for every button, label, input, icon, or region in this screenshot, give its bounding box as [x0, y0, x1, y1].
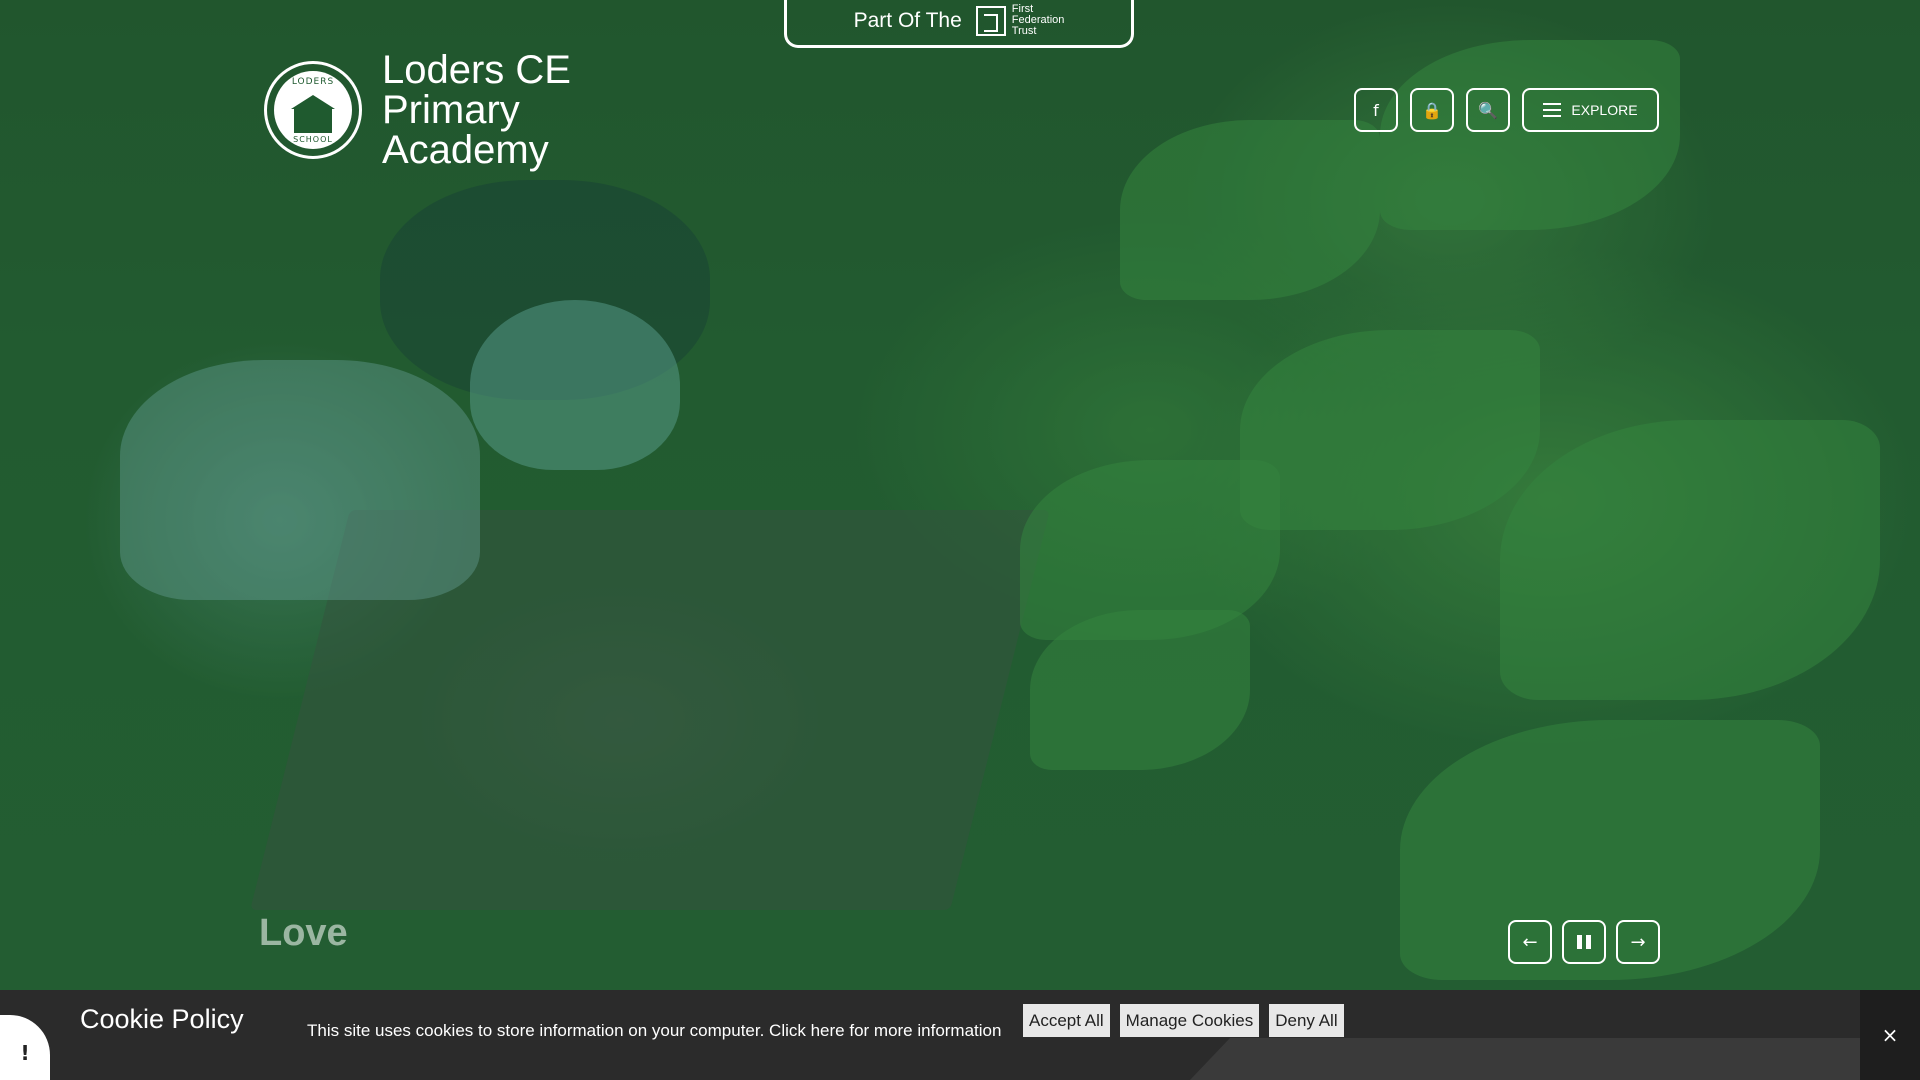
login-button[interactable]: 🔒: [1410, 88, 1454, 132]
search-button[interactable]: 🔍: [1466, 88, 1510, 132]
arrow-right-icon: →: [1630, 931, 1646, 953]
cookie-info-link[interactable]: This site uses cookies to store informat…: [307, 1021, 1001, 1041]
crest-building: [294, 107, 332, 133]
trust-logo-icon: [975, 5, 1006, 36]
trust-logo: First Federation Trust: [975, 4, 1065, 37]
trust-name-line: Trust: [1011, 25, 1037, 37]
cookie-buttons: Accept All Manage Cookies Deny All: [1023, 1004, 1344, 1037]
explore-menu-button[interactable]: EXPLORE: [1522, 88, 1659, 132]
slide-caption: Love: [259, 912, 348, 954]
close-icon: ×: [1881, 1023, 1899, 1047]
arrow-left-icon: ←: [1522, 931, 1538, 953]
facebook-button[interactable]: f: [1354, 88, 1398, 132]
site-title: Loders CE Primary Academy: [382, 48, 571, 172]
school-crest-inner: LODERS SCHOOL: [274, 71, 352, 149]
lock-icon: 🔒: [1422, 100, 1442, 120]
trust-logo-name: First Federation Trust: [1012, 4, 1065, 37]
facebook-icon: f: [1373, 100, 1379, 120]
hamburger-icon: [1543, 103, 1562, 117]
cookie-title: Cookie Policy: [80, 1004, 244, 1034]
cookie-close-button[interactable]: ×: [1860, 990, 1920, 1080]
trust-banner-label: Part Of The: [853, 8, 962, 32]
exclamation-icon: !: [20, 1040, 30, 1065]
header-controls: f 🔒 🔍 EXPLORE: [1354, 88, 1659, 132]
accept-all-button[interactable]: Accept All: [1023, 1004, 1110, 1037]
pause-icon: [1577, 935, 1591, 949]
crest-bottom-text: SCHOOL: [293, 135, 333, 144]
trust-banner[interactable]: Part Of The First Federation Trust: [784, 0, 1134, 48]
search-icon: 🔍: [1478, 100, 1498, 120]
slider-prev-button[interactable]: ←: [1508, 920, 1552, 964]
crest-top-text: LODERS: [291, 77, 335, 87]
deny-all-button[interactable]: Deny All: [1269, 1004, 1344, 1037]
slider-pause-button[interactable]: [1562, 920, 1606, 964]
school-crest-logo: LODERS SCHOOL: [264, 61, 362, 159]
slider-next-button[interactable]: →: [1616, 920, 1660, 964]
explore-label: EXPLORE: [1571, 102, 1638, 118]
cookie-banner-strip: [1190, 1038, 1860, 1080]
site-brand[interactable]: LODERS SCHOOL Loders CE Primary Academy: [264, 50, 602, 170]
slider-controls: ← →: [1508, 920, 1660, 964]
cookie-banner: Cookie Policy This site uses cookies to …: [0, 990, 1920, 1080]
manage-cookies-button[interactable]: Manage Cookies: [1119, 1004, 1260, 1037]
